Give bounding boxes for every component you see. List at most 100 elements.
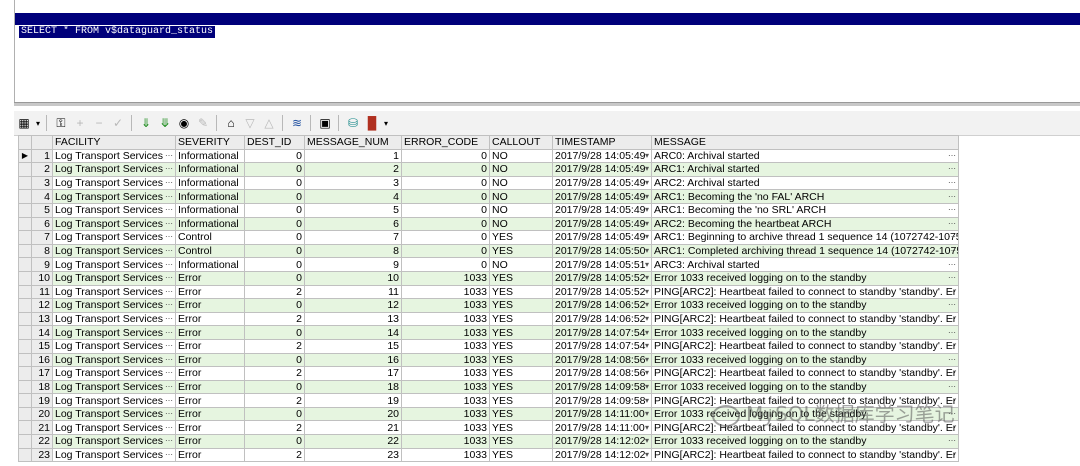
- cell-error-code[interactable]: 1033: [401, 366, 490, 381]
- cell-error-code[interactable]: 1033: [401, 284, 490, 300]
- cell-facility[interactable]: ⋯ Log Transport Services: [52, 148, 176, 164]
- cell-timestamp[interactable]: ▾ 2017/9/28 14:09:58: [552, 393, 652, 408]
- cell-callout[interactable]: YES: [489, 393, 553, 408]
- cell-ellipsis-icon[interactable]: ⋯: [165, 272, 173, 284]
- table-row[interactable]: 6 ⋯ Log Transport Services Informational 0 6 0…: [18, 216, 959, 232]
- row-number[interactable]: 5: [31, 202, 53, 218]
- cell-severity[interactable]: Informational: [175, 202, 245, 218]
- row-number[interactable]: 19: [31, 393, 53, 408]
- cell-callout[interactable]: YES: [489, 284, 553, 300]
- row-number[interactable]: 21: [31, 420, 53, 436]
- cell-message[interactable]: ⋯ ARC1: Archival started: [651, 162, 959, 177]
- cell-ellipsis-icon[interactable]: ⋯: [165, 436, 173, 448]
- cell-message[interactable]: ⋯ PING[ARC2]: Heartbeat failed to connect…: [651, 284, 959, 300]
- cell-dest-id[interactable]: 0: [244, 243, 305, 259]
- cell-dest-id[interactable]: 0: [244, 175, 305, 191]
- cell-message[interactable]: ⋯ PING[ARC2]: Heartbeat failed to connect…: [651, 366, 959, 381]
- row-number[interactable]: 18: [31, 379, 53, 395]
- cell-dest-id[interactable]: 0: [244, 257, 305, 272]
- cell-severity[interactable]: Error: [175, 393, 245, 408]
- table-row[interactable]: ▶ 1 ⋯ Log Transport Services Informational 0 1…: [18, 148, 959, 164]
- cell-timestamp[interactable]: ▾ 2017/9/28 14:07:54: [552, 338, 652, 354]
- cell-callout[interactable]: YES: [489, 325, 553, 340]
- cell-timestamp[interactable]: ▾ 2017/9/28 14:05:49: [552, 230, 652, 245]
- cell-facility[interactable]: ⋯ Log Transport Services: [52, 202, 176, 218]
- cell-dest-id[interactable]: 2: [244, 311, 305, 327]
- cell-ellipsis-icon[interactable]: ⋯: [948, 300, 956, 312]
- cell-timestamp[interactable]: ▾ 2017/9/28 14:09:58: [552, 379, 652, 395]
- cell-facility[interactable]: ⋯ Log Transport Services: [52, 352, 176, 368]
- cell-message[interactable]: ⋯ PING[ARC2]: Heartbeat failed to connect…: [651, 338, 959, 354]
- cell-ellipsis-icon[interactable]: ⋯: [948, 204, 956, 216]
- table-row[interactable]: 15 ⋯ Log Transport Services Error 2 15 1033 YES…: [18, 338, 959, 354]
- triangle-up-icon[interactable]: △: [260, 114, 278, 132]
- cell-dropdown-icon[interactable]: ▾: [645, 408, 649, 420]
- cell-timestamp[interactable]: ▾ 2017/9/28 14:05:51: [552, 257, 652, 272]
- cell-message[interactable]: ⋯ Error 1033 received logging on to the s…: [651, 352, 959, 368]
- grid-icon[interactable]: ▦: [15, 114, 33, 132]
- eraser-icon[interactable]: ✎: [194, 114, 212, 132]
- cell-dest-id[interactable]: 0: [244, 270, 305, 286]
- cell-message[interactable]: ⋯ ARC1: Beginning to archive thread 1 seq…: [651, 230, 959, 245]
- cell-severity[interactable]: Error: [175, 311, 245, 327]
- cell-callout[interactable]: YES: [489, 447, 553, 463]
- cell-message-num[interactable]: 4: [304, 189, 402, 204]
- minus-icon[interactable]: −: [90, 114, 108, 132]
- cell-timestamp[interactable]: ▾ 2017/9/28 14:12:02: [552, 447, 652, 463]
- row-number[interactable]: 11: [31, 284, 53, 300]
- cell-facility[interactable]: ⋯ Log Transport Services: [52, 257, 176, 272]
- cell-facility[interactable]: ⋯ Log Transport Services: [52, 284, 176, 300]
- cell-severity[interactable]: Error: [175, 379, 245, 395]
- cell-ellipsis-icon[interactable]: ⋯: [948, 327, 956, 339]
- cell-timestamp[interactable]: ▾ 2017/9/28 14:12:02: [552, 434, 652, 449]
- cell-facility[interactable]: ⋯ Log Transport Services: [52, 325, 176, 340]
- row-number[interactable]: 23: [31, 447, 53, 463]
- cell-callout[interactable]: YES: [489, 366, 553, 381]
- cell-facility[interactable]: ⋯ Log Transport Services: [52, 406, 176, 422]
- cell-callout[interactable]: YES: [489, 420, 553, 436]
- home-filter-icon[interactable]: ⌂: [222, 114, 240, 132]
- column-header-message[interactable]: MESSAGE: [651, 135, 959, 150]
- cell-message[interactable]: ⋯ PING[ARC2]: Heartbeat failed to connect…: [651, 447, 959, 463]
- cell-ellipsis-icon[interactable]: ⋯: [165, 286, 173, 298]
- row-number[interactable]: 6: [31, 216, 53, 232]
- cell-severity[interactable]: Error: [175, 366, 245, 381]
- cell-message-num[interactable]: 11: [304, 284, 402, 300]
- cell-error-code[interactable]: 0: [401, 148, 490, 164]
- plus-icon[interactable]: +: [71, 114, 89, 132]
- cell-message[interactable]: ⋯ ARC2: Becoming the heartbeat ARCH: [651, 216, 959, 232]
- table-row[interactable]: 12 ⋯ Log Transport Services Error 0 12 1033 YES…: [18, 298, 959, 313]
- table-row[interactable]: 4 ⋯ Log Transport Services Informational 0 4 0…: [18, 189, 959, 204]
- cell-severity[interactable]: Error: [175, 434, 245, 449]
- cell-error-code[interactable]: 0: [401, 162, 490, 177]
- cell-message[interactable]: ⋯ ARC3: Archival started: [651, 257, 959, 272]
- cell-facility[interactable]: ⋯ Log Transport Services: [52, 216, 176, 232]
- cell-message-num[interactable]: 7: [304, 230, 402, 245]
- cell-timestamp[interactable]: ▾ 2017/9/28 14:08:56: [552, 366, 652, 381]
- cell-ellipsis-icon[interactable]: ⋯: [948, 191, 956, 203]
- cell-callout[interactable]: NO: [489, 162, 553, 177]
- table-row[interactable]: 16 ⋯ Log Transport Services Error 0 16 1033 YES…: [18, 352, 959, 368]
- cell-message-num[interactable]: 13: [304, 311, 402, 327]
- cell-error-code[interactable]: 1033: [401, 352, 490, 368]
- cell-callout[interactable]: YES: [489, 406, 553, 422]
- cell-callout[interactable]: YES: [489, 379, 553, 395]
- cell-message-num[interactable]: 21: [304, 420, 402, 436]
- cell-callout[interactable]: NO: [489, 257, 553, 272]
- cell-facility[interactable]: ⋯ Log Transport Services: [52, 230, 176, 245]
- cell-facility[interactable]: ⋯ Log Transport Services: [52, 175, 176, 191]
- row-number[interactable]: 12: [31, 298, 53, 313]
- row-number[interactable]: 2: [31, 162, 53, 177]
- row-number[interactable]: 9: [31, 257, 53, 272]
- cell-timestamp[interactable]: ▾ 2017/9/28 14:05:49: [552, 175, 652, 191]
- cell-error-code[interactable]: 1033: [401, 447, 490, 463]
- cell-callout[interactable]: NO: [489, 216, 553, 232]
- cell-callout[interactable]: YES: [489, 298, 553, 313]
- cell-timestamp[interactable]: ▾ 2017/9/28 14:06:52: [552, 311, 652, 327]
- cell-error-code[interactable]: 1033: [401, 270, 490, 286]
- cell-dest-id[interactable]: 2: [244, 366, 305, 381]
- cell-severity[interactable]: Error: [175, 338, 245, 354]
- cell-facility[interactable]: ⋯ Log Transport Services: [52, 434, 176, 449]
- cell-severity[interactable]: Error: [175, 420, 245, 436]
- cell-dest-id[interactable]: 2: [244, 420, 305, 436]
